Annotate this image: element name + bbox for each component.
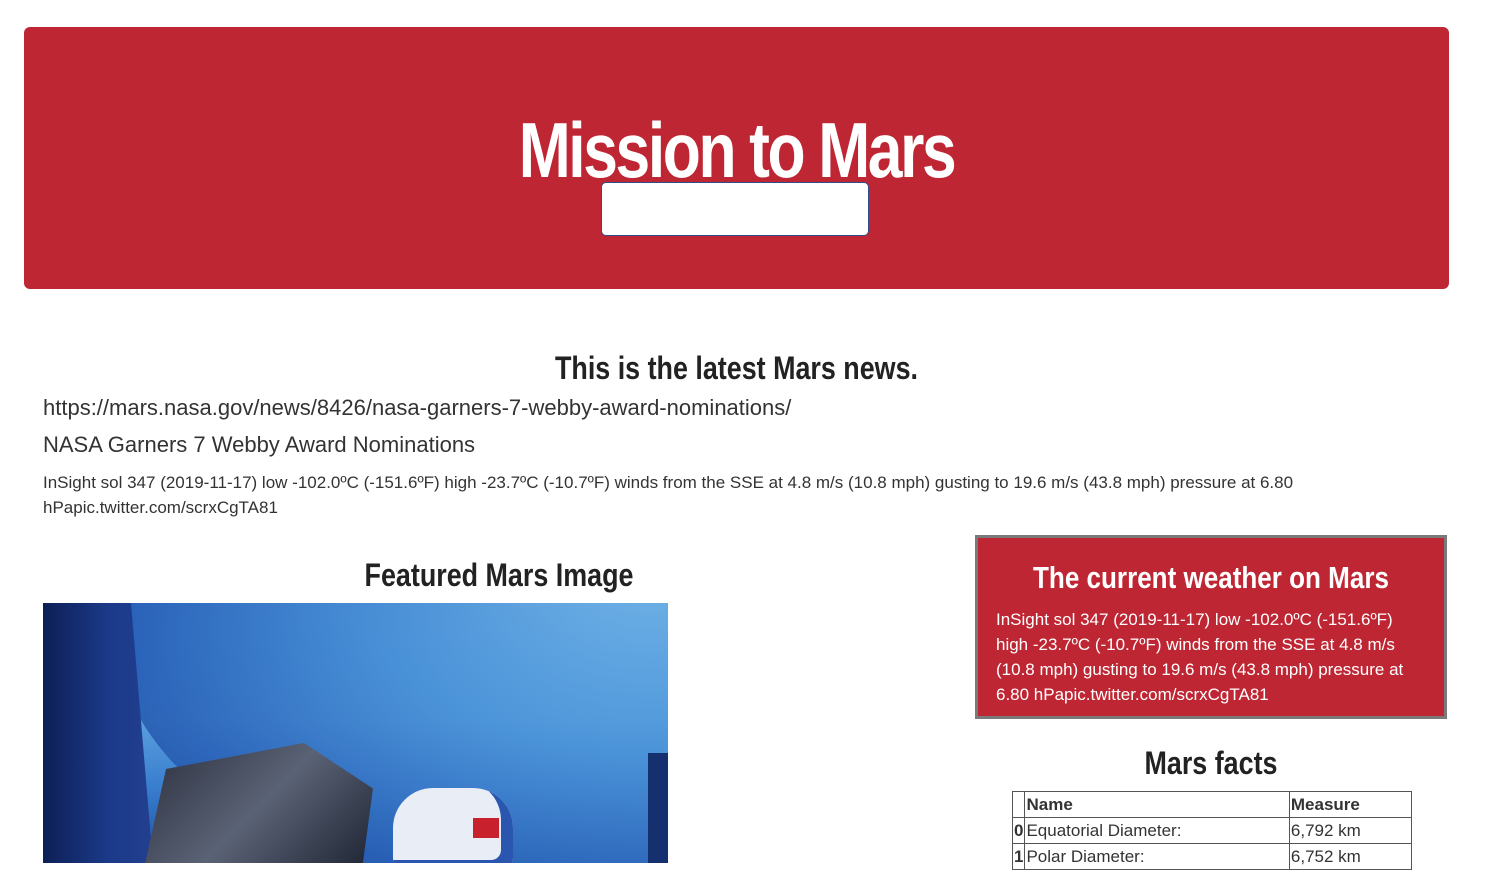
row-name: Polar Diameter: — [1024, 843, 1290, 870]
page-title: Mission to Mars — [518, 106, 957, 194]
news-url: https://mars.nasa.gov/news/8426/nasa-gar… — [43, 395, 792, 420]
image-panel-right-shape — [648, 753, 668, 863]
featured-image-heading: Featured Mars Image — [364, 557, 634, 593]
facts-col-index — [1011, 791, 1026, 818]
featured-mars-image — [43, 603, 668, 863]
table-row: 0 Equatorial Diameter: 6,792 km — [1011, 817, 1413, 844]
row-measure: 6,752 km — [1288, 843, 1413, 870]
facts-table: Name Measure 0 Equatorial Diameter: 6,79… — [1011, 791, 1413, 870]
row-name: Equatorial Diameter: — [1024, 817, 1290, 844]
facts-header-row: Name Measure — [1011, 791, 1413, 818]
news-paragraph: InSight sol 347 (2019-11-17) low -102.0º… — [43, 473, 1294, 517]
weather-text: InSight sol 347 (2019-11-17) low -102.0º… — [996, 610, 1404, 704]
facts-col-measure: Measure — [1288, 791, 1413, 818]
row-measure: 6,792 km — [1288, 817, 1413, 844]
weather-heading: The current weather on Mars — [1033, 560, 1389, 595]
facts-heading: Mars facts — [1144, 745, 1278, 781]
facts-col-name: Name — [1024, 791, 1290, 818]
weather-box: The current weather on Mars InSight sol … — [975, 535, 1447, 719]
scrape-button[interactable] — [601, 182, 869, 236]
news-heading: This is the latest Mars news. — [554, 350, 918, 386]
news-title: NASA Garners 7 Webby Award Nominations — [43, 432, 476, 457]
jumbotron-header: Mission to Mars — [24, 27, 1449, 289]
row-index: 1 — [1011, 843, 1026, 870]
row-index: 0 — [1011, 817, 1026, 844]
table-row: 1 Polar Diameter: 6,752 km — [1011, 843, 1413, 870]
image-astronaut-mark — [473, 818, 499, 838]
